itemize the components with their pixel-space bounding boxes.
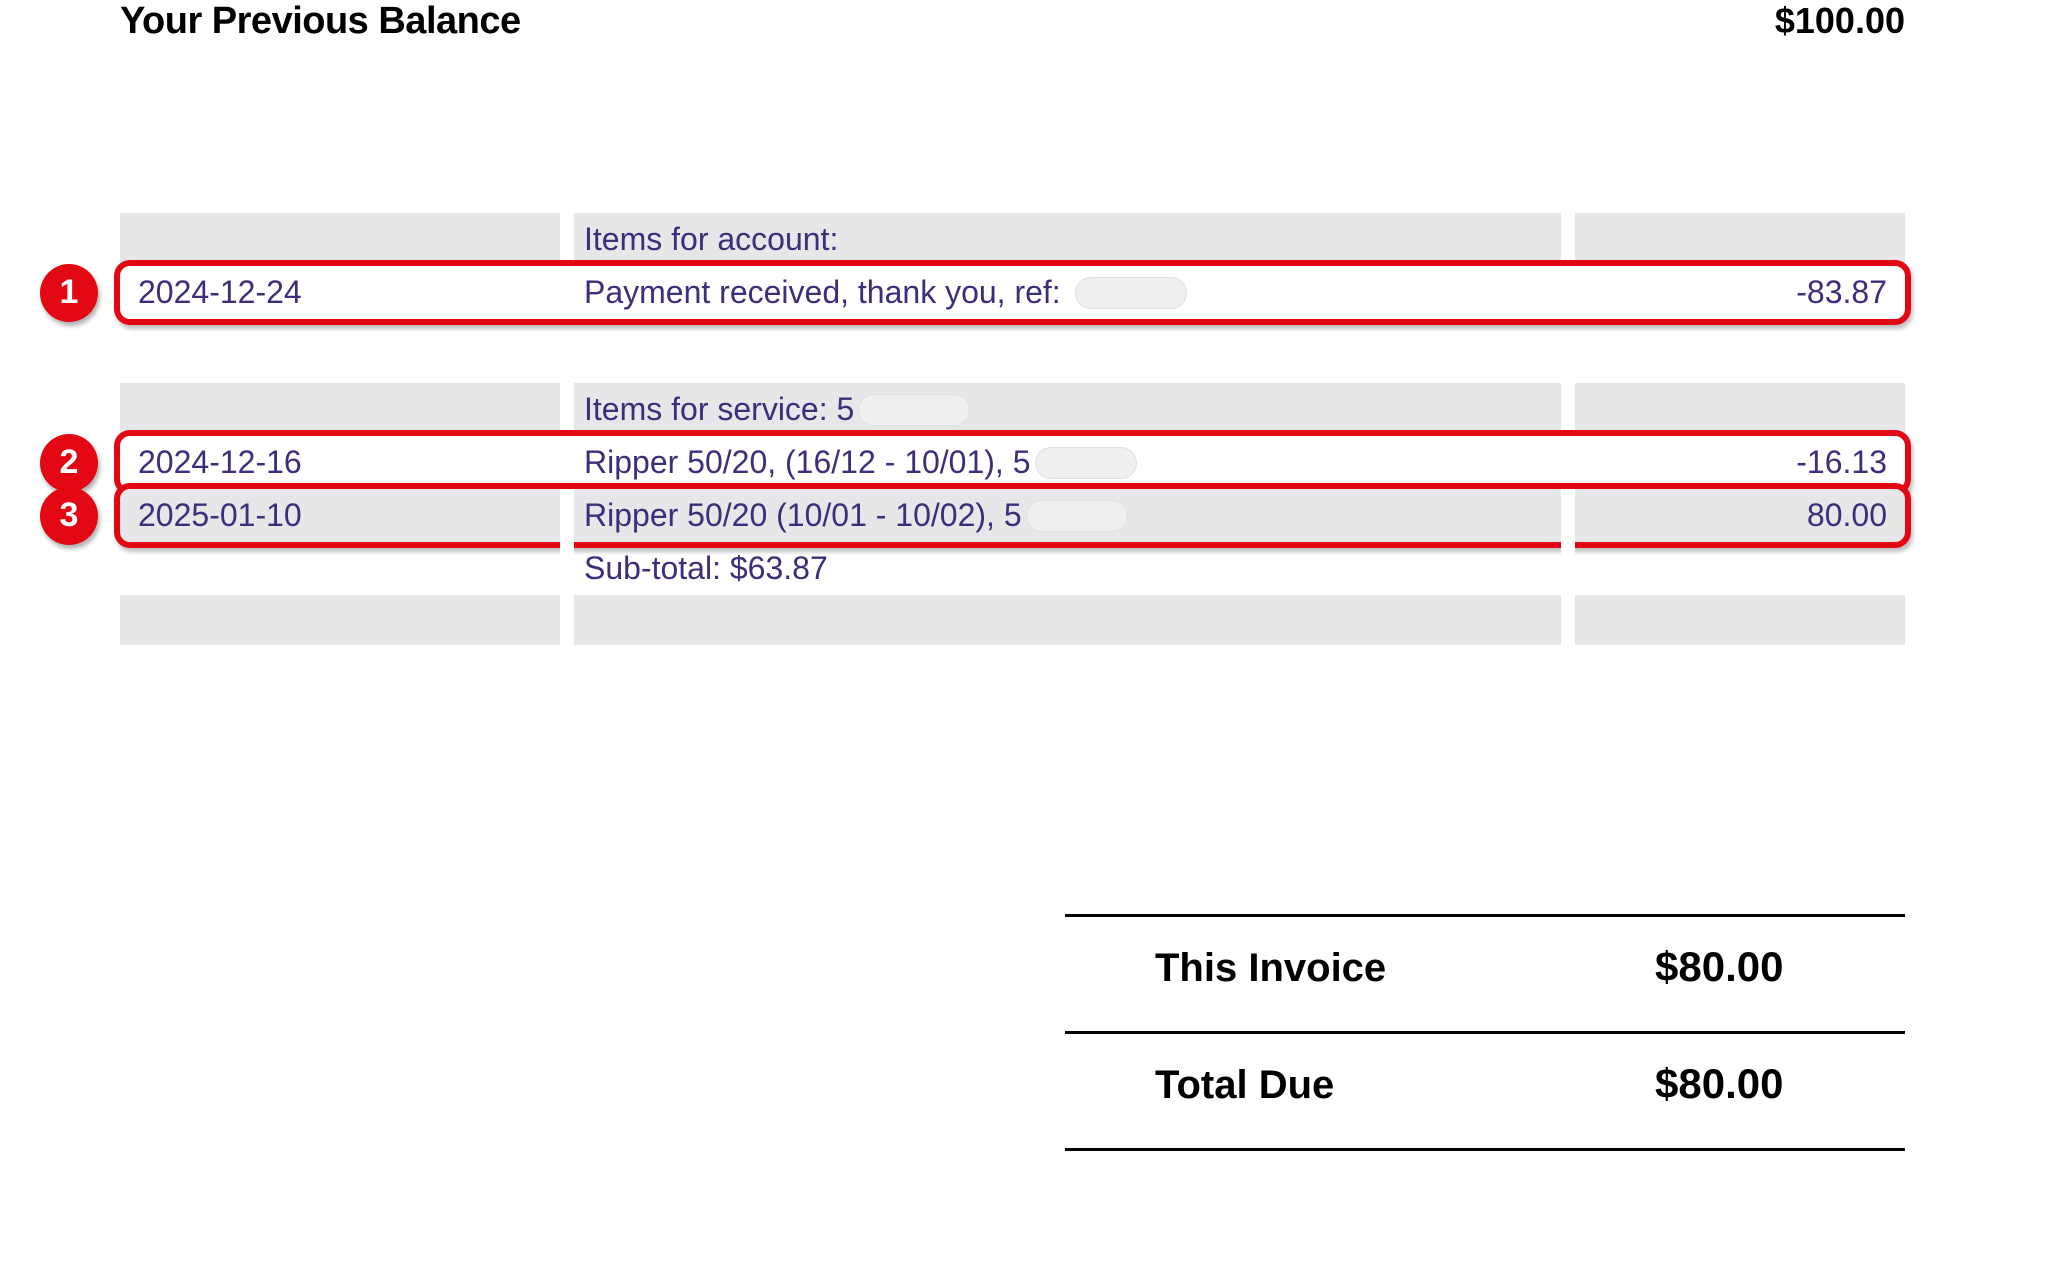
subtotal-text: Sub-total: $63.87	[574, 542, 1561, 595]
empty-cell	[120, 595, 560, 645]
account-section-title: Items for account:	[574, 213, 1561, 266]
line-description: Ripper 50/20, (16/12 - 10/01), 5	[574, 436, 1561, 489]
total-due-amount: $80.00	[1655, 1060, 1783, 1107]
annotation-badge: 1	[40, 264, 98, 322]
line-items-table: Items for account: 1 2024-12-24 Payment …	[120, 213, 1905, 645]
total-due-label: Total Due	[1065, 1063, 1334, 1108]
line-amount: -16.13	[1575, 436, 1905, 489]
account-section-header: Items for account:	[120, 213, 1905, 266]
redacted-value	[1035, 447, 1137, 479]
line-date: 2024-12-24	[120, 266, 560, 319]
subtotal-row: Sub-total: $63.87	[120, 542, 1905, 595]
service-section-title: Items for service: 5	[574, 383, 1561, 436]
previous-balance-label: Your Previous Balance	[120, 0, 521, 43]
service-section-title-text: Items for service: 5	[584, 391, 854, 428]
line-description: Payment received, thank you, ref:	[574, 266, 1561, 319]
line-description-text: Ripper 50/20 (10/01 - 10/02), 5	[584, 497, 1022, 534]
table-row: 1 2024-12-24 Payment received, thank you…	[120, 266, 1905, 319]
line-date: 2025-01-10	[120, 489, 560, 542]
service-section-header: Items for service: 5	[120, 383, 1905, 436]
table-row: 2 2024-12-16 Ripper 50/20, (16/12 - 10/0…	[120, 436, 1905, 489]
line-description-text: Ripper 50/20, (16/12 - 10/01), 5	[584, 444, 1031, 481]
empty-cell	[120, 213, 560, 266]
empty-cell	[1575, 595, 1905, 645]
annotation-badge: 2	[40, 434, 98, 492]
empty-cell	[1575, 542, 1905, 595]
this-invoice-amount: $80.00	[1655, 943, 1783, 990]
line-description: Ripper 50/20 (10/01 - 10/02), 5	[574, 489, 1561, 542]
redacted-value	[1026, 500, 1128, 532]
empty-footer-row	[120, 595, 1905, 645]
empty-cell	[120, 542, 560, 595]
previous-balance-row: Your Previous Balance $100.00	[120, 0, 1905, 43]
annotation-badge: 3	[40, 487, 98, 545]
table-row: 3 2025-01-10 Ripper 50/20 (10/01 - 10/02…	[120, 489, 1905, 542]
empty-cell	[1575, 383, 1905, 436]
empty-cell	[1575, 213, 1905, 266]
line-amount: -83.87	[1575, 266, 1905, 319]
empty-cell	[574, 595, 1561, 645]
this-invoice-label: This Invoice	[1065, 946, 1386, 991]
total-due-row: Total Due $80.00	[1065, 1031, 1905, 1151]
previous-balance-amount: $100.00	[1775, 0, 1905, 42]
totals-block: This Invoice $80.00 Total Due $80.00	[1065, 914, 1905, 1151]
this-invoice-row: This Invoice $80.00	[1065, 914, 1905, 1031]
redacted-value	[1075, 277, 1187, 309]
line-date: 2024-12-16	[120, 436, 560, 489]
line-description-text: Payment received, thank you, ref:	[584, 274, 1061, 311]
line-amount: 80.00	[1575, 489, 1905, 542]
empty-cell	[120, 383, 560, 436]
redacted-value	[858, 394, 970, 426]
invoice-page: Your Previous Balance $100.00 Items for …	[0, 0, 2045, 1271]
